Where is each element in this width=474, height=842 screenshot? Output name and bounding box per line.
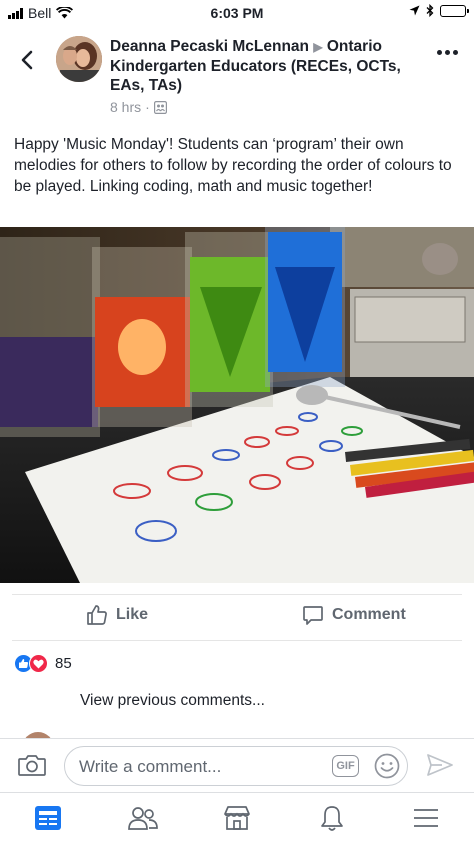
send-icon (427, 754, 453, 776)
divider (12, 640, 462, 641)
post-photo[interactable] (0, 227, 474, 583)
music-glasses-photo (0, 227, 474, 583)
camera-icon (18, 755, 46, 776)
shared-to-arrow-icon: ▶ (313, 40, 323, 54)
tab-news-feed[interactable] (33, 803, 63, 833)
bell-icon (321, 806, 343, 831)
battery-icon (440, 4, 469, 17)
like-label: Like (116, 606, 149, 623)
comment-bubble-icon (303, 606, 323, 625)
view-previous-comments-link[interactable]: View previous comments... (80, 692, 265, 710)
post-title: Deanna Pecaski McLennan ▶ Ontario Kinder… (110, 37, 420, 95)
tab-notifications[interactable] (317, 803, 347, 833)
location-arrow-icon (409, 5, 420, 16)
friends-icon (128, 807, 158, 830)
camera-button[interactable] (17, 753, 47, 782)
bottom-tab-bar (0, 792, 474, 842)
love-reaction-icon (29, 654, 48, 673)
meta-separator: · (145, 99, 150, 115)
like-thumb-icon (87, 605, 107, 625)
reaction-count: 85 (55, 655, 72, 672)
comment-button[interactable]: Comment (302, 604, 406, 626)
tab-friends[interactable] (128, 803, 158, 833)
status-time: 6:03 PM (210, 5, 264, 21)
author-name[interactable]: Deanna Pecaski McLennan (110, 38, 309, 55)
post-meta: 8 hrs · (110, 99, 420, 115)
back-button[interactable] (14, 46, 42, 74)
hamburger-menu-icon (414, 809, 438, 827)
author-avatar[interactable] (56, 36, 102, 82)
comment-input[interactable]: Write a comment... GIF (64, 746, 408, 786)
post-header: Deanna Pecaski McLennan ▶ Ontario Kinder… (110, 37, 420, 115)
emoji-icon (374, 753, 400, 779)
post-time[interactable]: 8 hrs (110, 99, 141, 115)
audience-group-icon (153, 100, 167, 114)
more-dots-icon (437, 50, 442, 55)
more-options-button[interactable] (437, 50, 458, 55)
post-body: Happy 'Music Monday'! Students can ‘prog… (14, 136, 452, 195)
bluetooth-icon (426, 4, 434, 17)
comment-input-placeholder: Write a comment... (79, 757, 222, 776)
emoji-button[interactable] (374, 753, 400, 784)
reactions-summary[interactable]: 85 (14, 654, 72, 673)
tab-marketplace[interactable] (222, 803, 252, 833)
gif-button[interactable]: GIF (332, 755, 359, 777)
like-button[interactable]: Like (86, 604, 148, 626)
status-bar: Bell 6:03 PM (0, 0, 474, 26)
tab-menu[interactable] (411, 803, 441, 833)
back-chevron-icon (21, 50, 33, 70)
divider (12, 594, 462, 595)
comment-label: Comment (332, 606, 406, 623)
marketplace-icon (224, 806, 250, 830)
news-feed-icon (35, 806, 61, 830)
comment-composer: Write a comment... GIF (0, 738, 474, 792)
send-button[interactable] (426, 753, 454, 782)
status-indicators (409, 4, 469, 17)
